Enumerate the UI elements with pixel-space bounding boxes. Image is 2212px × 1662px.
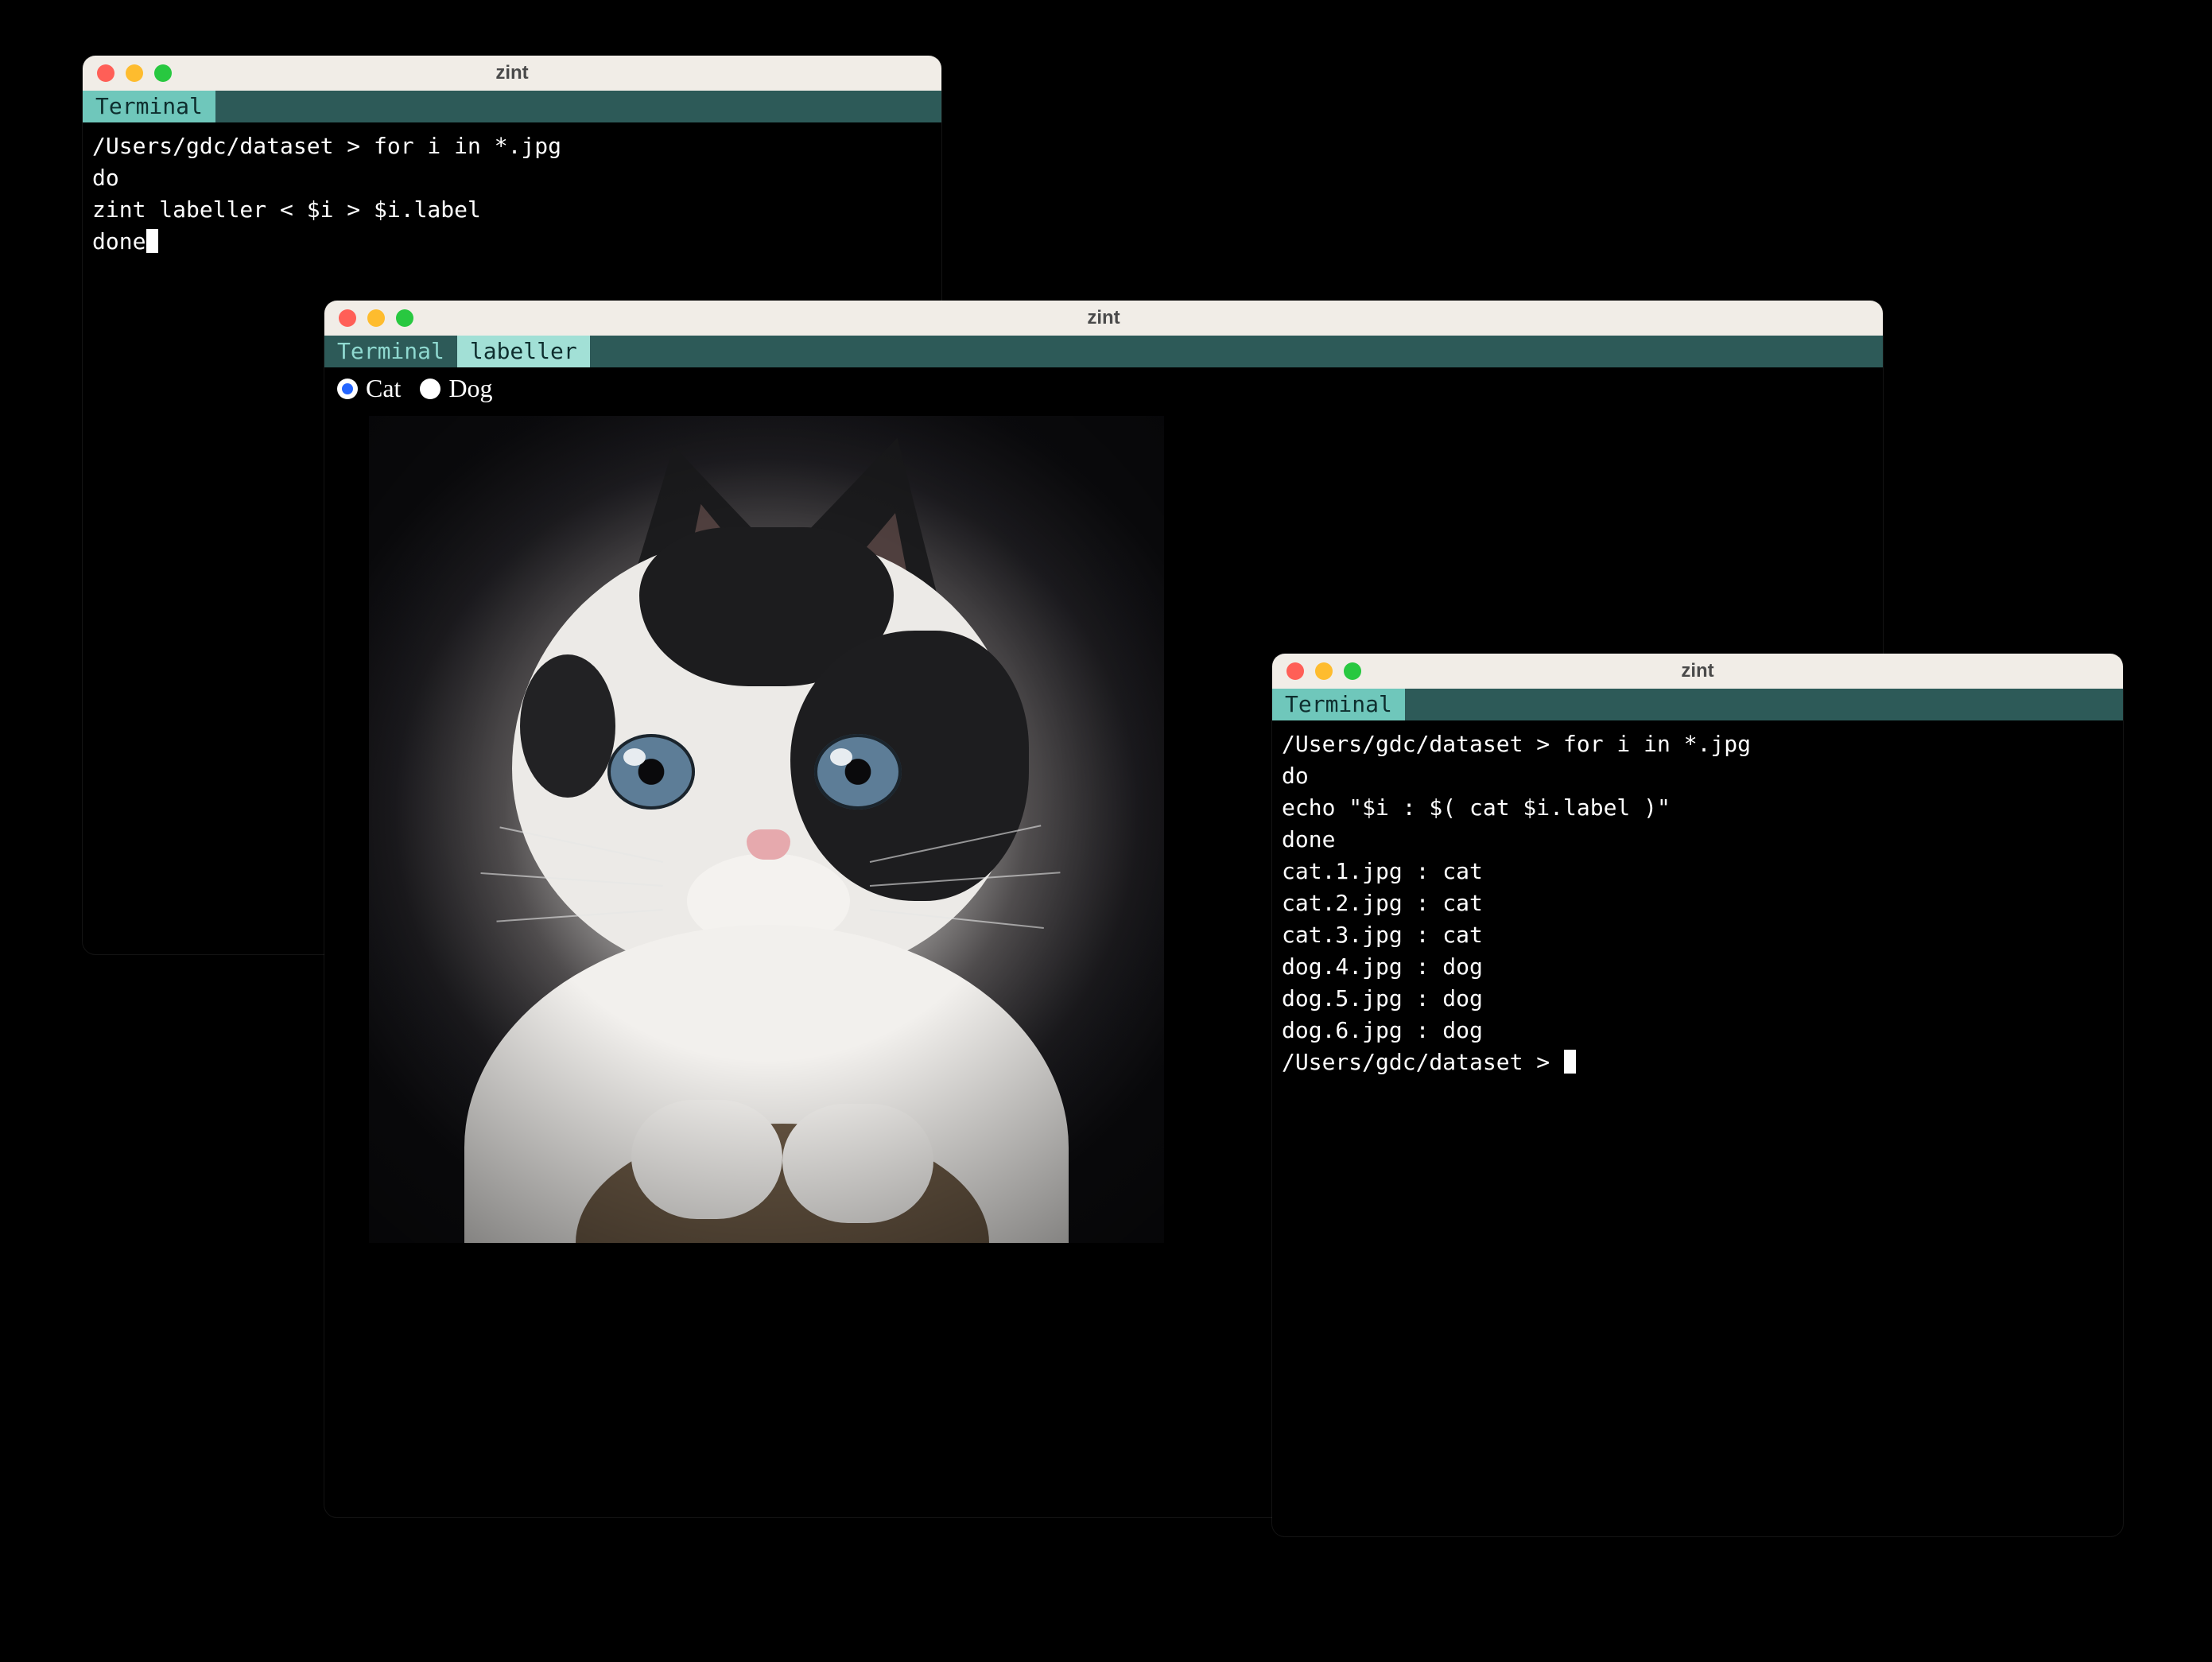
tab-terminal[interactable]: Terminal [83,91,215,122]
minimize-icon[interactable] [367,309,385,327]
terminal-line: cat.1.jpg : cat [1282,858,1483,884]
traffic-lights [339,309,413,327]
tab-labeller[interactable]: labeller [457,336,590,367]
traffic-lights [1286,662,1361,680]
sample-image [369,416,1164,1243]
terminal-line: /Users/gdc/dataset > for i in *.jpg [1282,731,1751,757]
terminal-content[interactable]: /Users/gdc/dataset > for i in *.jpg do z… [83,122,941,267]
traffic-lights [97,64,172,82]
terminal-line: dog.4.jpg : dog [1282,953,1483,980]
radio-dog-label: Dog [448,374,492,403]
terminal-line: /Users/gdc/dataset > for i in *.jpg [92,133,561,159]
tab-bar: Terminal [83,91,941,122]
tab-bar: Terminal [1272,689,2123,720]
terminal-content[interactable]: /Users/gdc/dataset > for i in *.jpg do e… [1272,720,2123,1088]
close-icon[interactable] [97,64,114,82]
tab-terminal[interactable]: Terminal [1272,689,1405,720]
cursor-icon [1564,1050,1576,1074]
terminal-line: zint labeller < $i > $i.label [92,196,481,223]
tab-terminal[interactable]: Terminal [324,336,457,367]
titlebar[interactable]: zint [83,56,941,91]
terminal-line: echo "$i : $( cat $i.label )" [1282,794,1671,821]
close-icon[interactable] [1286,662,1304,680]
terminal-line: cat.2.jpg : cat [1282,890,1483,916]
titlebar[interactable]: zint [1272,654,2123,689]
window-title: zint [83,62,941,84]
cursor-icon [146,229,158,253]
terminal-line: do [92,165,119,191]
minimize-icon[interactable] [1315,662,1333,680]
terminal-line: do [1282,763,1309,789]
zoom-icon[interactable] [396,309,413,327]
terminal-line: done [92,228,146,254]
terminal-line: dog.5.jpg : dog [1282,985,1483,1012]
terminal-line: /Users/gdc/dataset > [1282,1049,1563,1075]
radio-cat-label: Cat [366,374,401,403]
terminal-line: dog.6.jpg : dog [1282,1017,1483,1043]
window-terminal-output[interactable]: zint Terminal /Users/gdc/dataset > for i… [1272,654,2123,1536]
radio-dog[interactable] [420,379,440,399]
radio-cat[interactable] [337,379,358,399]
zoom-icon[interactable] [1344,662,1361,680]
minimize-icon[interactable] [126,64,143,82]
terminal-line: done [1282,826,1335,852]
terminal-line: cat.3.jpg : cat [1282,922,1483,948]
titlebar[interactable]: zint [324,301,1883,336]
tab-bar: Terminal labeller [324,336,1883,367]
close-icon[interactable] [339,309,356,327]
window-title: zint [324,307,1883,329]
window-title: zint [1272,660,2123,682]
zoom-icon[interactable] [154,64,172,82]
label-radio-group: Cat Dog [337,374,1873,403]
